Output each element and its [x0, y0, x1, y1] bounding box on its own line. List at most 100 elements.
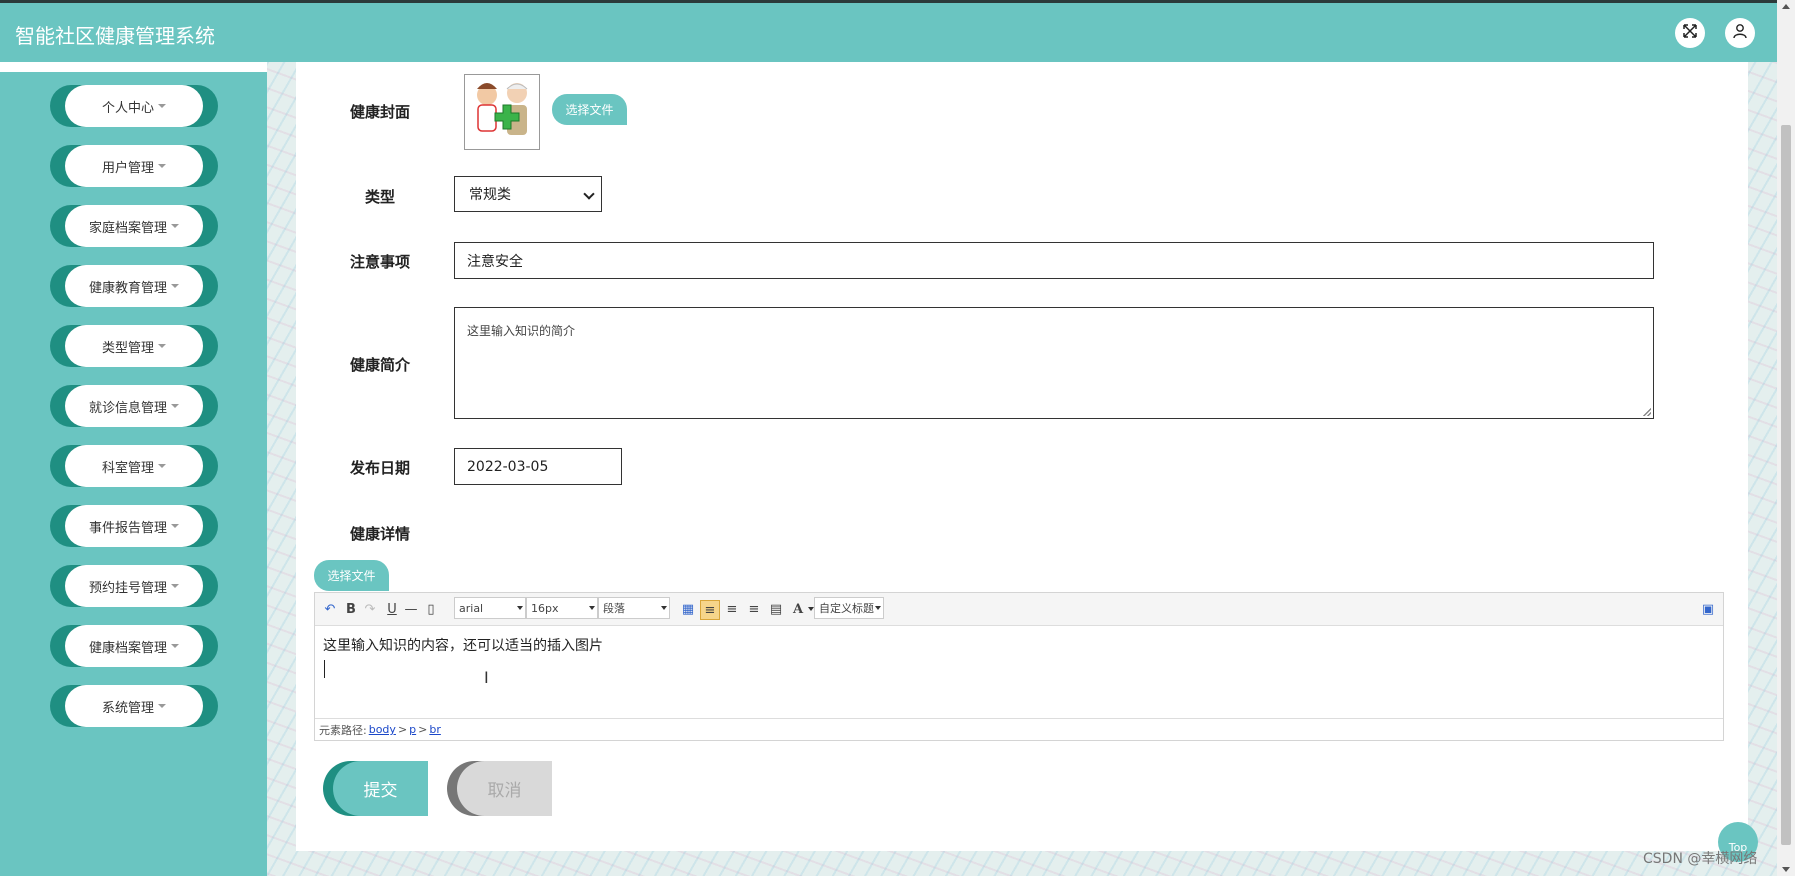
rich-text-editor: ↶ B ↷ U — ▯ arial 16px 段落 ▦ ≡ ≡ ≡ ▤ A 自定…	[314, 592, 1724, 741]
underline-icon[interactable]: U	[383, 600, 401, 618]
custom-title-value: 自定义标题	[819, 602, 874, 615]
detail-label: 健康详情	[350, 525, 411, 543]
sidebar-item-label: 科室管理	[101, 460, 154, 476]
align-left-icon[interactable]: ≡	[700, 600, 720, 620]
caret-down-icon	[171, 524, 179, 528]
notes-input-value: 注意安全	[467, 253, 523, 270]
caret-down-icon	[158, 164, 166, 168]
sidebar-item-user-management[interactable]: 用户管理	[50, 145, 218, 187]
scroll-down-icon[interactable]	[1782, 867, 1790, 872]
cover-label: 健康封面	[350, 103, 411, 121]
sidebar-item-visit-info[interactable]: 就诊信息管理	[50, 385, 218, 427]
dropdown-arrow-icon	[589, 606, 595, 610]
align-center-icon[interactable]: ≡	[745, 600, 763, 618]
font-family-value: arial	[459, 601, 484, 615]
redo-icon[interactable]: ↷	[361, 600, 379, 618]
sidebar-item-appointment[interactable]: 预约挂号管理	[50, 565, 218, 607]
chevron-down-icon	[583, 188, 595, 200]
type-select-value: 常规类	[469, 187, 511, 203]
paragraph-select[interactable]: 段落	[598, 597, 670, 619]
page-icon[interactable]: ▯	[422, 600, 440, 618]
dropdown-arrow-icon	[517, 606, 523, 610]
date-input[interactable]: 2022-03-05	[454, 448, 622, 485]
element-path-bar: 元素路径: body > p > br	[315, 718, 1723, 740]
notes-label: 注意事项	[350, 253, 411, 271]
sidebar-item-label: 事件报告管理	[88, 520, 167, 536]
sidebar-item-health-records[interactable]: 健康档案管理	[50, 625, 218, 667]
table-icon[interactable]: ▦	[679, 600, 697, 618]
resize-grip-icon[interactable]	[1643, 408, 1651, 416]
font-size-value: 16px	[531, 601, 559, 615]
sidebar-item-label: 预约挂号管理	[88, 580, 167, 596]
sidebar-item-department[interactable]: 科室管理	[50, 445, 218, 487]
sidebar-item-label: 健康教育管理	[88, 280, 167, 296]
paragraph-value: 段落	[603, 602, 625, 615]
cancel-button[interactable]: 取消	[447, 761, 552, 816]
app-header: 智能社区健康管理系统	[0, 0, 1777, 62]
bold-icon[interactable]: B	[342, 600, 360, 618]
sidebar-item-type-management[interactable]: 类型管理	[50, 325, 218, 367]
fullscreen-editor-icon[interactable]: ▣	[1699, 600, 1717, 618]
cover-thumbnail	[464, 74, 540, 150]
sidebar-item-label: 系统管理	[101, 700, 154, 716]
sidebar-item-family-records[interactable]: 家庭档案管理	[50, 205, 218, 247]
sidebar: 个人中心 用户管理 家庭档案管理 健康教育管理 类型管理 就诊信息管理 科室管理…	[0, 72, 267, 876]
sidebar-item-label: 个人中心	[101, 100, 154, 116]
cover-choose-file-button[interactable]: 选择文件	[552, 94, 627, 125]
path-link-body[interactable]: body	[369, 723, 396, 736]
sidebar-item-system[interactable]: 系统管理	[50, 685, 218, 727]
caret-down-icon	[171, 284, 179, 288]
cover-image	[465, 75, 539, 149]
expand-icon	[1682, 23, 1698, 43]
user-button[interactable]	[1725, 18, 1755, 48]
type-label: 类型	[365, 188, 396, 206]
submit-button[interactable]: 提交	[323, 761, 428, 816]
caret-down-icon	[171, 224, 179, 228]
caret-down-icon	[158, 464, 166, 468]
caret-down-icon	[158, 104, 166, 108]
caret-down-icon	[171, 404, 179, 408]
watermark: CSDN @幸横网络	[1643, 851, 1758, 867]
intro-textarea-value: 这里输入知识的简介	[467, 324, 576, 338]
font-family-select[interactable]: arial	[454, 597, 526, 619]
intro-label: 健康简介	[350, 356, 411, 374]
sidebar-item-label: 类型管理	[101, 340, 154, 356]
intro-textarea[interactable]: 这里输入知识的简介	[454, 307, 1654, 419]
element-path-label: 元素路径:	[319, 723, 367, 737]
notes-input[interactable]: 注意安全	[454, 242, 1654, 279]
editor-content[interactable]: 这里输入知识的内容，还可以适当的插入图片	[323, 635, 603, 655]
sidebar-item-personal-center[interactable]: 个人中心	[50, 85, 218, 127]
page-scrollbar[interactable]	[1777, 0, 1795, 876]
user-icon	[1732, 23, 1748, 43]
type-select[interactable]: 常规类	[454, 176, 602, 212]
text-caret	[324, 660, 325, 678]
caret-down-icon	[171, 644, 179, 648]
caret-down-icon	[171, 584, 179, 588]
sidebar-item-label: 家庭档案管理	[88, 220, 167, 236]
date-input-value: 2022-03-05	[467, 458, 549, 475]
font-color-icon[interactable]: A	[789, 600, 807, 618]
scroll-up-icon[interactable]	[1782, 4, 1790, 9]
caret-down-icon	[158, 344, 166, 348]
caret-down-icon	[158, 704, 166, 708]
sidebar-item-label: 健康档案管理	[88, 640, 167, 656]
dropdown-arrow-icon	[661, 606, 667, 610]
sidebar-item-event-report[interactable]: 事件报告管理	[50, 505, 218, 547]
custom-title-select[interactable]: 自定义标题	[814, 597, 884, 619]
sidebar-item-label: 用户管理	[101, 160, 154, 176]
dropdown-arrow-icon	[875, 606, 881, 610]
undo-icon[interactable]: ↶	[321, 600, 339, 618]
sidebar-item-health-education[interactable]: 健康教育管理	[50, 265, 218, 307]
sidebar-item-label: 就诊信息管理	[88, 400, 167, 416]
detail-choose-file-button[interactable]: 选择文件	[314, 560, 389, 591]
editor-toolbar: ↶ B ↷ U — ▯ arial 16px 段落 ▦ ≡ ≡ ≡ ▤ A 自定…	[315, 593, 1723, 626]
horizontal-rule-icon[interactable]: —	[402, 600, 420, 618]
align-right-icon[interactable]: ≡	[723, 600, 741, 618]
align-justify-icon[interactable]: ▤	[767, 600, 785, 618]
scroll-thumb[interactable]	[1781, 125, 1791, 845]
path-link-p[interactable]: p	[409, 723, 416, 736]
path-link-br[interactable]: br	[429, 723, 441, 736]
font-size-select[interactable]: 16px	[526, 597, 598, 619]
fullscreen-button[interactable]	[1675, 18, 1705, 48]
date-label: 发布日期	[350, 459, 411, 477]
